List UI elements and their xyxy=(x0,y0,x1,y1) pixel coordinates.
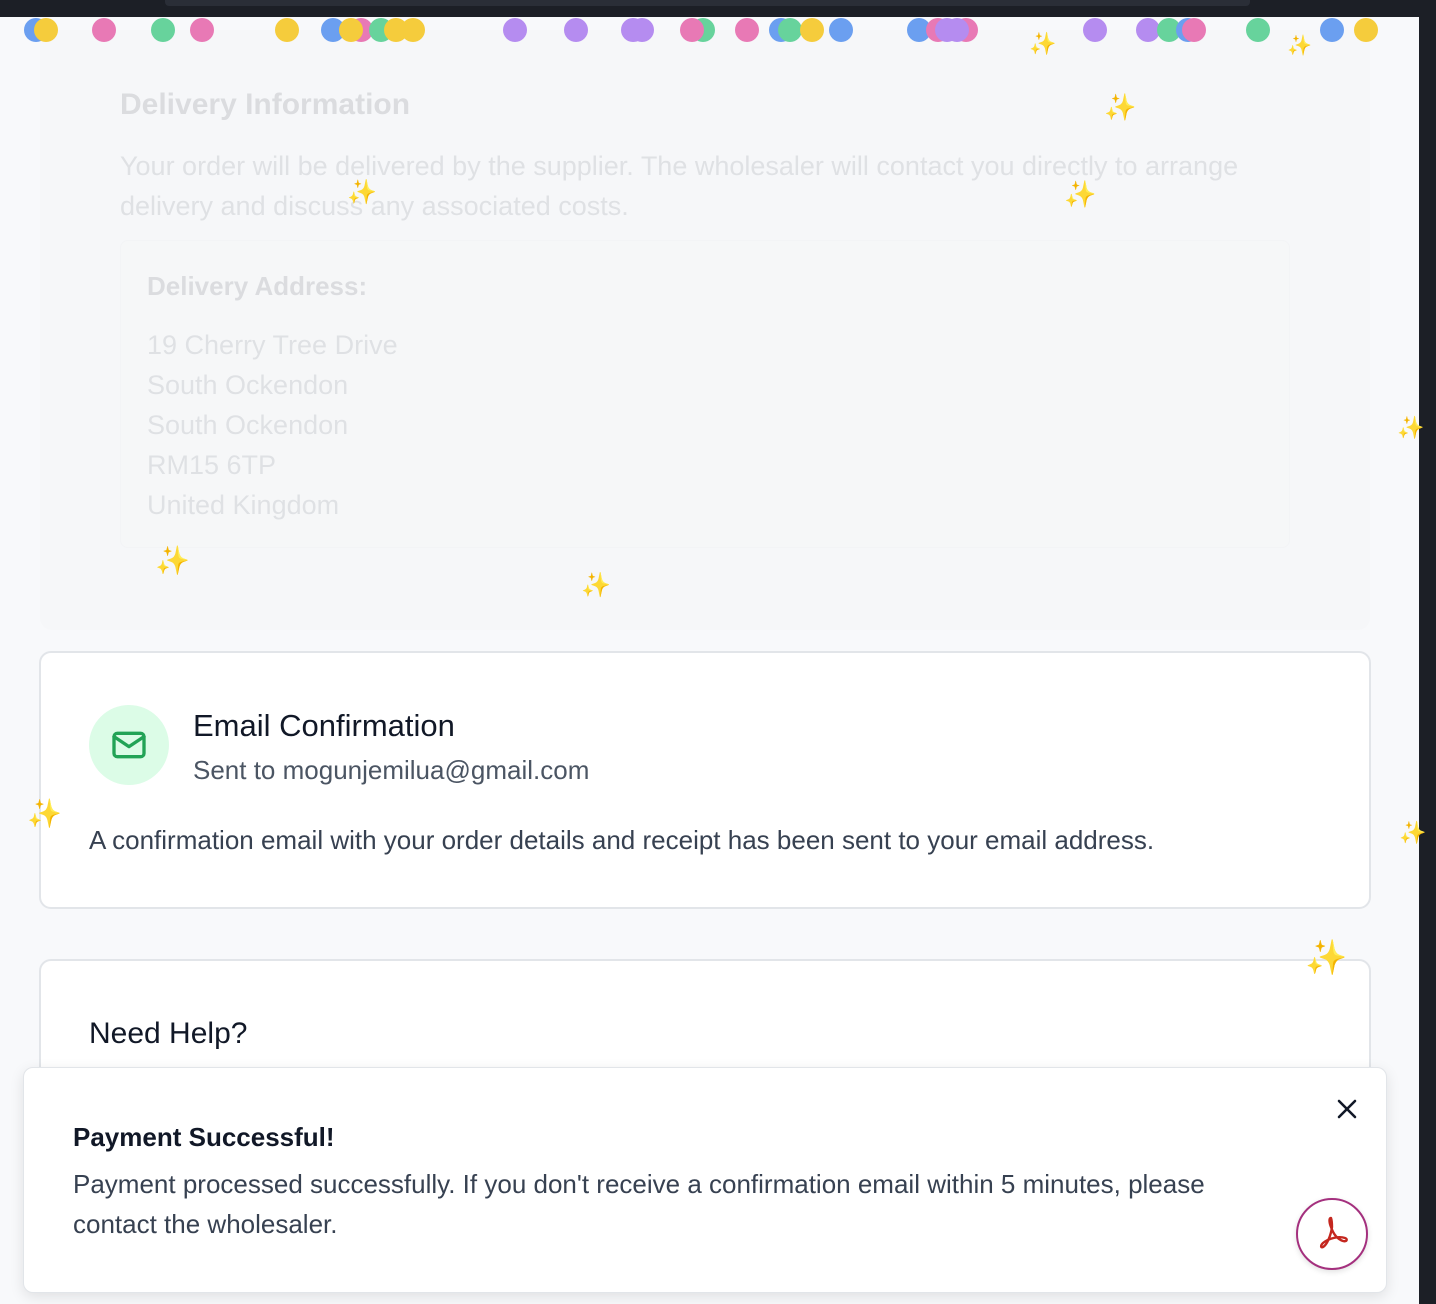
delivery-address-box: Delivery Address: 19 Cherry Tree Drive S… xyxy=(120,240,1290,548)
confetti-dot xyxy=(829,18,853,42)
right-edge-bar xyxy=(1419,0,1436,1304)
delivery-information-card: Delivery Information Your order will be … xyxy=(40,30,1370,630)
email-confirmation-title: Email Confirmation xyxy=(193,708,455,743)
mail-icon xyxy=(89,705,169,785)
confetti-dot xyxy=(564,18,588,42)
confetti-dot xyxy=(92,18,116,42)
sparkle-icon: ✨ xyxy=(27,798,62,829)
top-bar-inner xyxy=(165,0,1250,6)
confetti-dot xyxy=(1354,18,1378,42)
delivery-address-lines: 19 Cherry Tree Drive South Ockendon Sout… xyxy=(147,325,398,525)
address-line: 19 Cherry Tree Drive xyxy=(147,330,398,360)
confetti-dot xyxy=(800,18,824,42)
address-line: United Kingdom xyxy=(147,490,340,520)
toast-title: Payment Successful! xyxy=(73,1122,335,1152)
delivery-address-label: Delivery Address: xyxy=(147,271,368,301)
confetti-dot xyxy=(630,18,654,42)
toast-message: Payment processed successfully. If you d… xyxy=(73,1169,1205,1239)
sparkle-icon: ✨ xyxy=(1029,31,1057,56)
sparkle-icon: ✨ xyxy=(1305,939,1348,977)
delivery-title: Delivery Information xyxy=(120,88,411,121)
sparkle-icon: ✨ xyxy=(1399,820,1427,845)
close-icon[interactable] xyxy=(1332,1094,1362,1124)
address-line: South Ockendon xyxy=(147,410,349,440)
confetti-dot xyxy=(1246,18,1270,42)
sparkle-icon: ✨ xyxy=(155,545,190,576)
address-line: RM15 6TP xyxy=(147,450,277,480)
email-confirmation-body: A confirmation email with your order det… xyxy=(89,825,1155,855)
confetti-dot xyxy=(778,18,802,42)
sparkle-icon: ✨ xyxy=(1287,35,1312,57)
confetti-dot xyxy=(151,18,175,42)
confetti-dot xyxy=(275,18,299,42)
confetti-dot xyxy=(503,18,527,42)
email-sent-to: Sent to mogunjemilua@gmail.com xyxy=(193,755,590,785)
confetti-dot xyxy=(1083,18,1107,42)
address-line: South Ockendon xyxy=(147,370,349,400)
sparkle-icon: ✨ xyxy=(1397,415,1425,440)
confetti-dot xyxy=(339,18,363,42)
sparkle-icon: ✨ xyxy=(1064,179,1097,209)
email-confirmation-card: Email Confirmation Sent to mogunjemilua@… xyxy=(39,651,1371,909)
confetti-dot xyxy=(34,18,58,42)
confetti-dot xyxy=(401,18,425,42)
adobe-pdf-icon xyxy=(1312,1212,1352,1257)
confetti-dot xyxy=(735,18,759,42)
confetti-dot xyxy=(945,18,969,42)
browser-top-bar xyxy=(0,0,1436,17)
sparkle-icon: ✨ xyxy=(1104,92,1137,122)
need-help-title: Need Help? xyxy=(89,1017,248,1050)
sparkle-icon: ✨ xyxy=(347,179,377,206)
confetti-dot xyxy=(1320,18,1344,42)
payment-success-toast: Payment Successful! Payment processed su… xyxy=(23,1067,1387,1293)
adobe-pdf-button[interactable] xyxy=(1296,1198,1368,1270)
confetti-dot xyxy=(190,18,214,42)
sparkle-icon: ✨ xyxy=(581,572,611,599)
confetti-dot xyxy=(680,18,704,42)
confetti-dot xyxy=(1182,18,1206,42)
